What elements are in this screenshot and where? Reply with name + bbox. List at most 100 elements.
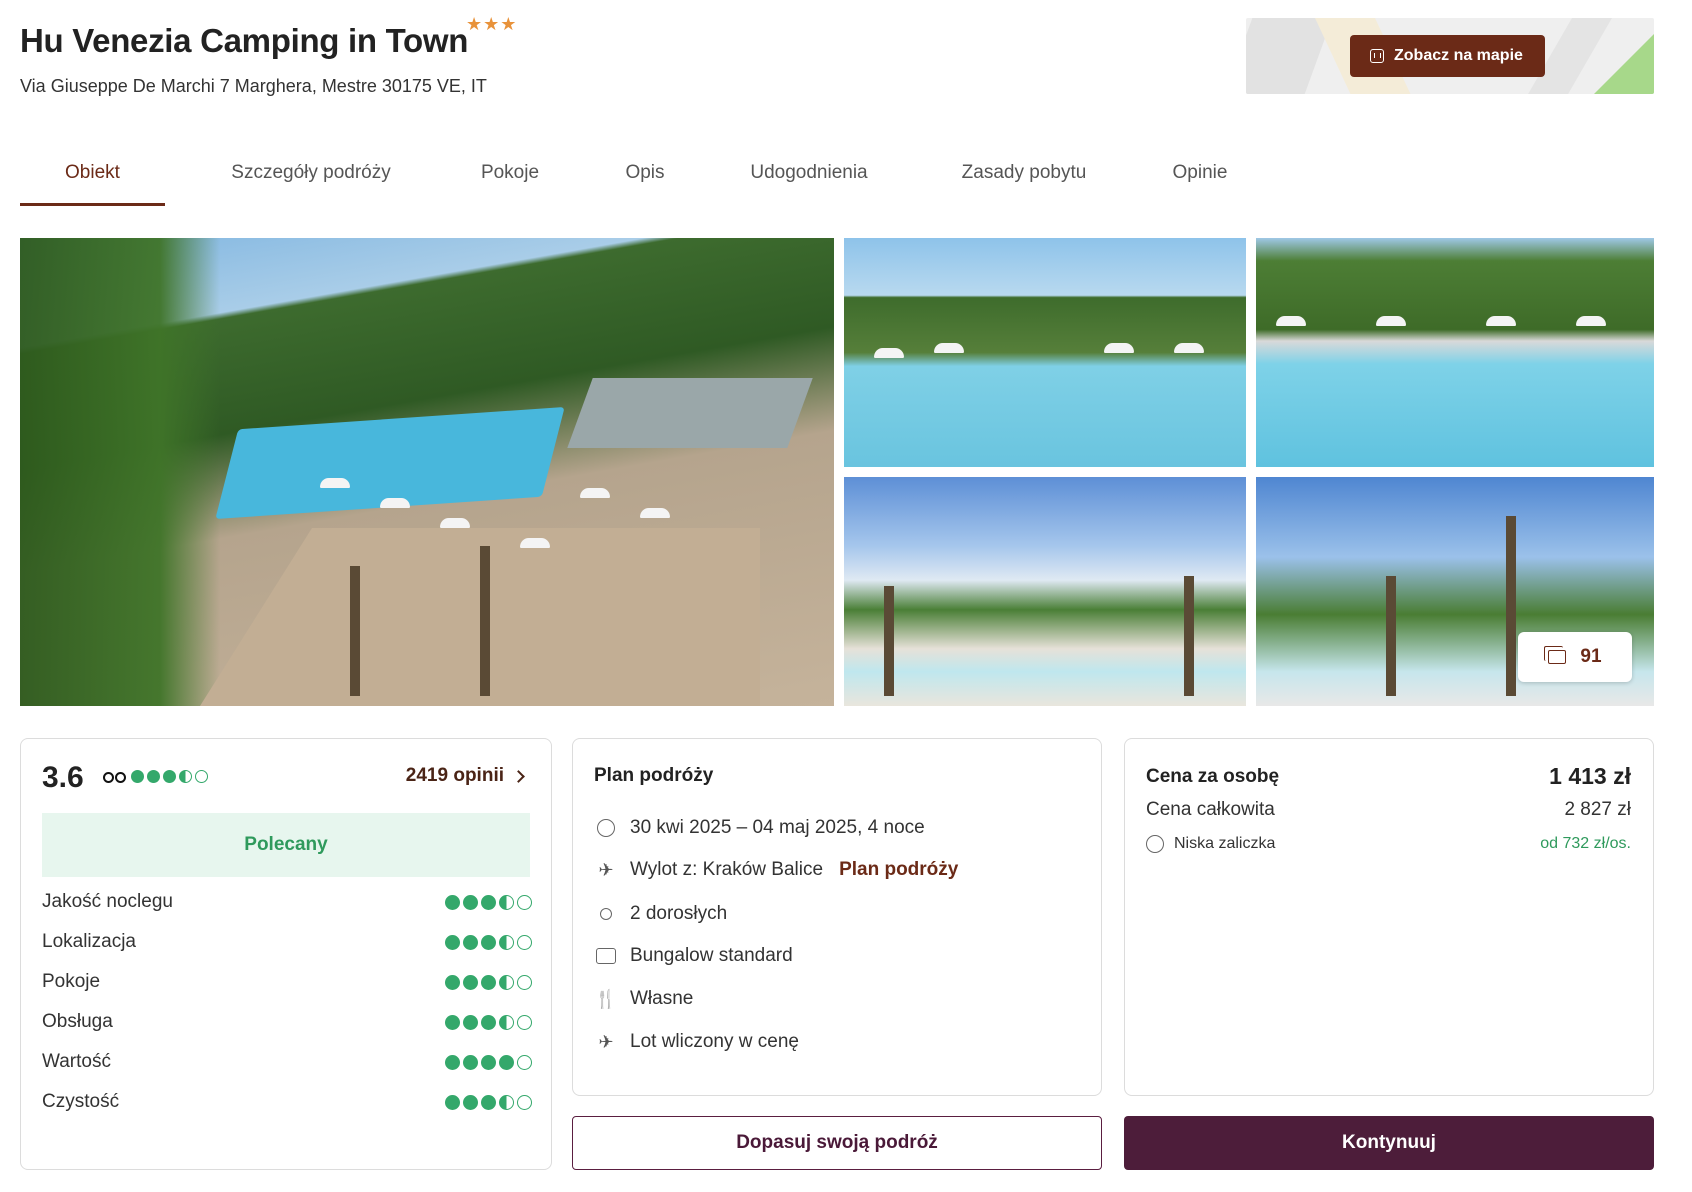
plan-board: Własne bbox=[630, 988, 694, 1009]
photo-umbrella bbox=[1576, 316, 1606, 326]
photo-umbrella bbox=[640, 508, 670, 518]
rating-category-dots bbox=[445, 894, 532, 910]
bed-icon bbox=[594, 945, 618, 967]
show-on-map-button[interactable]: Zobacz na mapie bbox=[1350, 35, 1545, 77]
rating-category-dots bbox=[445, 974, 532, 990]
rating-category-label: Wartość bbox=[42, 1051, 111, 1072]
photo-palm bbox=[1386, 576, 1396, 696]
rating-dot-full bbox=[481, 1054, 496, 1070]
plan-dates: 30 kwi 2025 – 04 maj 2025, 4 noce bbox=[630, 817, 925, 838]
tab-szczegoly-podrozy[interactable]: Szczegóły podróży bbox=[206, 140, 416, 206]
rating-dot-full bbox=[481, 974, 496, 990]
rating-category-label: Obsługa bbox=[42, 1011, 113, 1032]
rating-category-label: Czystość bbox=[42, 1091, 120, 1112]
rating-category-row: Wartość bbox=[42, 1047, 532, 1077]
plan-guests: 2 dorosłych bbox=[630, 903, 728, 924]
tab-zasady-pobytu[interactable]: Zasady pobytu bbox=[936, 140, 1112, 206]
photo-umbrella bbox=[1376, 316, 1406, 326]
tab-obiekt[interactable]: Obiekt bbox=[20, 140, 165, 206]
plan-flight: Lot wliczony w cenę bbox=[630, 1031, 799, 1052]
continue-button[interactable]: Kontynuuj bbox=[1124, 1116, 1654, 1170]
gallery-photo-5[interactable]: 91 bbox=[1256, 477, 1654, 706]
rating-dot-full bbox=[445, 974, 460, 990]
rating-dot-empty bbox=[517, 974, 532, 990]
rating-dot-half bbox=[499, 1094, 514, 1110]
plan-details-link[interactable]: Plan podróży bbox=[839, 859, 958, 881]
rating-dot-full bbox=[481, 894, 496, 910]
tab-udogodnienia[interactable]: Udogodnienia bbox=[726, 140, 892, 206]
rating-score: 3.6 bbox=[42, 761, 84, 794]
rating-category-label: Pokoje bbox=[42, 971, 101, 992]
map-thumbnail[interactable]: Zobacz na mapie bbox=[1246, 18, 1654, 94]
photo-umbrella bbox=[1104, 343, 1134, 353]
rating-dot-empty bbox=[517, 1014, 532, 1030]
reviews-link[interactable]: 2419 opinii bbox=[405, 765, 525, 787]
gallery-photo-3[interactable] bbox=[1256, 238, 1654, 467]
photo-roof bbox=[567, 378, 813, 448]
photo-gallery: 91 bbox=[20, 238, 1654, 706]
rating-category-row: Obsługa bbox=[42, 1007, 532, 1037]
photo-umbrella bbox=[440, 518, 470, 528]
deposit-label: Niska zaliczka bbox=[1174, 835, 1276, 852]
price-deposit-row: Niska zaliczka od 732 zł/os. bbox=[1146, 835, 1631, 853]
rating-dot-half bbox=[499, 894, 514, 910]
photo-umbrella bbox=[380, 498, 410, 508]
rating-dot-full bbox=[463, 1054, 478, 1070]
rating-dot-full bbox=[463, 1014, 478, 1030]
rating-dot-full bbox=[463, 974, 478, 990]
photo-palm bbox=[1184, 576, 1194, 696]
rating-category-row: Pokoje bbox=[42, 967, 532, 997]
plan-flight-row: ✈ Lot wliczony w cenę bbox=[594, 1031, 799, 1053]
rating-dot-empty bbox=[517, 934, 532, 950]
gallery-photo-4[interactable] bbox=[844, 477, 1246, 706]
show-on-map-label: Zobacz na mapie bbox=[1394, 47, 1523, 64]
plan-guests-row: 2 dorosłych bbox=[594, 903, 727, 925]
rating-dot-full bbox=[147, 770, 160, 783]
tab-opis[interactable]: Opis bbox=[595, 140, 695, 206]
price-total-row: Cena całkowita 2 827 zł bbox=[1146, 799, 1631, 821]
photo-umbrella bbox=[934, 343, 964, 353]
rating-category-label: Jakość noclegu bbox=[42, 891, 173, 912]
chevron-right-icon bbox=[512, 769, 525, 783]
map-park bbox=[1594, 34, 1654, 94]
rating-category-row: Lokalizacja bbox=[42, 927, 532, 957]
rating-category-dots bbox=[445, 1094, 532, 1110]
tab-opinie[interactable]: Opinie bbox=[1144, 140, 1256, 206]
photo-count-button[interactable]: 91 bbox=[1518, 632, 1632, 682]
plan-board-row: 🍴 Własne bbox=[594, 988, 694, 1010]
hotel-pin-icon bbox=[1370, 49, 1384, 63]
rating-dot-empty bbox=[195, 770, 208, 783]
price-total-value: 2 827 zł bbox=[1564, 799, 1631, 820]
tripadvisor-eye bbox=[103, 772, 114, 783]
travel-plan-card: Plan podróży 30 kwi 2025 – 04 maj 2025, … bbox=[572, 738, 1102, 1096]
plan-title: Plan podróży bbox=[594, 765, 714, 786]
rating-dot-full bbox=[463, 1094, 478, 1110]
customize-trip-button[interactable]: Dopasuj swoją podróż bbox=[572, 1116, 1102, 1170]
reviews-link-label: 2419 opinii bbox=[405, 765, 504, 786]
rating-dot-full bbox=[163, 770, 176, 783]
price-per-person-value: 1 413 zł bbox=[1549, 763, 1631, 789]
rating-category-label: Lokalizacja bbox=[42, 931, 136, 952]
gallery-icon bbox=[1544, 646, 1567, 664]
rating-dot-full bbox=[445, 1054, 460, 1070]
rating-card: 3.6 2419 opinii Polecany Jakość noclegu … bbox=[20, 738, 552, 1170]
photo-umbrella bbox=[580, 488, 610, 498]
photo-trees bbox=[20, 238, 220, 706]
rating-dot-full bbox=[445, 934, 460, 950]
gallery-main-photo[interactable] bbox=[20, 238, 834, 706]
plan-room: Bungalow standard bbox=[630, 945, 793, 966]
photo-umbrella bbox=[320, 478, 350, 488]
plan-room-row: Bungalow standard bbox=[594, 945, 793, 967]
rating-category-row: Czystość bbox=[42, 1087, 532, 1117]
rating-dot-full bbox=[445, 1094, 460, 1110]
rating-category-dots bbox=[445, 1014, 532, 1030]
cutlery-icon: 🍴 bbox=[594, 988, 618, 1009]
hotel-name: Hu Venezia Camping in Town bbox=[20, 22, 469, 59]
plane-icon: ✈ bbox=[598, 1031, 614, 1052]
gallery-photo-2[interactable] bbox=[844, 238, 1246, 467]
rating-dot-half bbox=[499, 974, 514, 990]
tab-pokoje[interactable]: Pokoje bbox=[450, 140, 570, 206]
price-per-person-row: Cena za osobę 1 413 zł bbox=[1146, 763, 1631, 790]
photo-palm bbox=[1506, 516, 1516, 696]
people-icon bbox=[594, 903, 618, 925]
